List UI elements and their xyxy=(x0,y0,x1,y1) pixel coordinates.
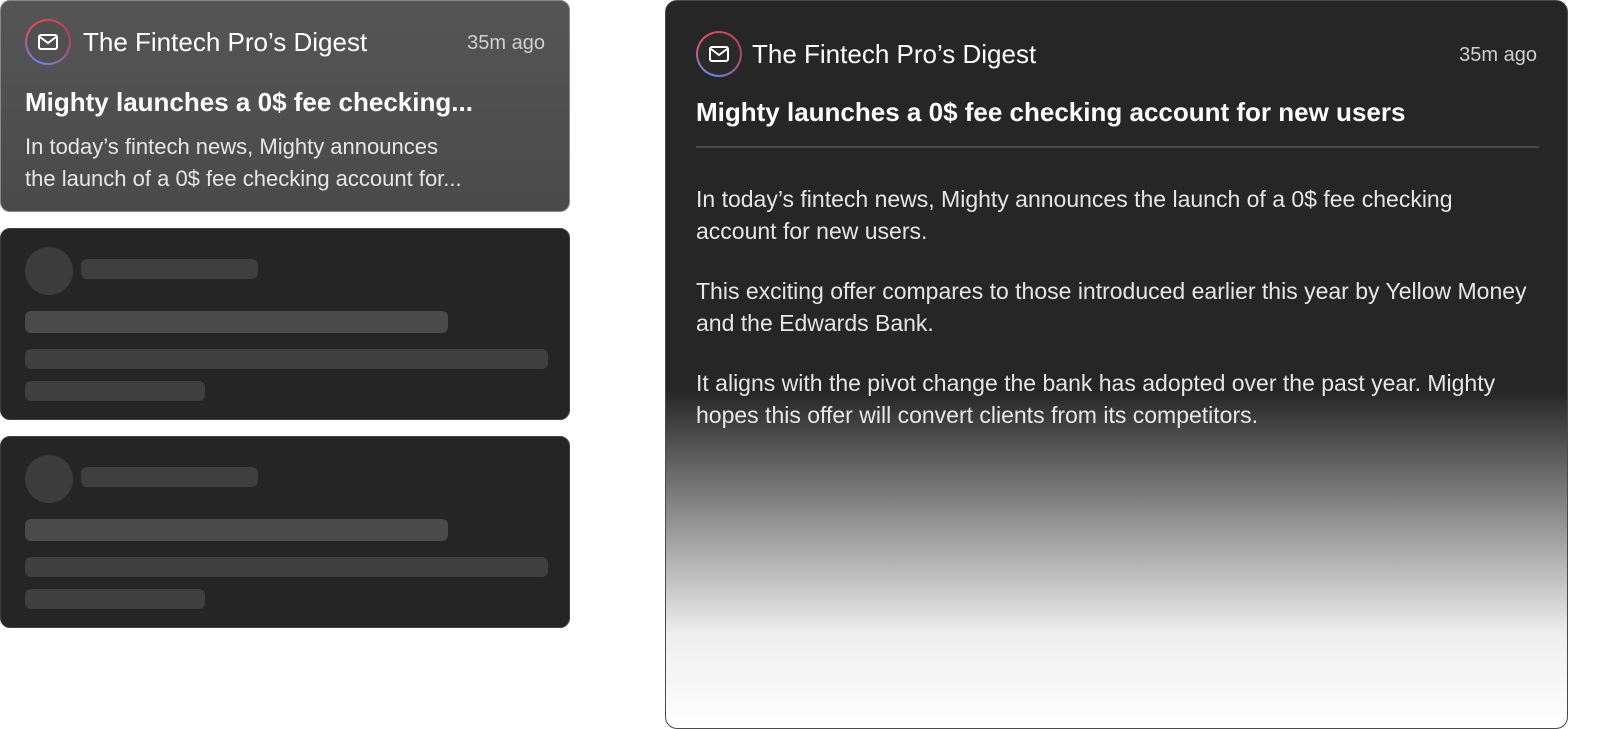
skeleton-avatar xyxy=(25,247,73,295)
inbox-item-skeleton xyxy=(0,436,570,628)
skeleton-line xyxy=(81,259,258,279)
message-subject: Mighty launches a 0$ fee checking accoun… xyxy=(696,97,1406,127)
skeleton-avatar xyxy=(25,455,73,503)
skeleton-line xyxy=(25,311,448,333)
mail-icon xyxy=(38,34,58,50)
mail-icon xyxy=(709,46,729,62)
skeleton-line xyxy=(81,467,258,487)
message-body: In today’s fintech news, Mighty announce… xyxy=(696,183,1539,459)
subject: Mighty launches a 0$ fee checking... xyxy=(25,87,473,117)
message-paragraph: It aligns with the pivot change the bank… xyxy=(696,370,1496,428)
skeleton-line xyxy=(25,349,548,369)
skeleton-line xyxy=(25,589,205,609)
sender-avatar xyxy=(25,19,71,65)
sender-avatar xyxy=(696,31,742,77)
timestamp: 35m ago xyxy=(467,32,545,54)
message-paragraph: In today’s fintech news, Mighty announce… xyxy=(696,186,1453,244)
divider xyxy=(696,146,1539,148)
timestamp: 35m ago xyxy=(1459,44,1537,66)
skeleton-line xyxy=(25,381,205,401)
sender-name: The Fintech Pro’s Digest xyxy=(83,27,368,57)
preview-line: In today’s fintech news, Mighty announce… xyxy=(25,134,438,159)
skeleton-line xyxy=(25,557,548,577)
message-preview: In today’s fintech news, Mighty announce… xyxy=(25,131,547,195)
sender-name: The Fintech Pro’s Digest xyxy=(752,39,1037,69)
message-paragraph: This exciting offer compares to those in… xyxy=(696,278,1527,336)
preview-line: the launch of a 0$ fee checking account … xyxy=(25,166,462,191)
inbox-item-selected[interactable]: The Fintech Pro’s Digest 35m ago Mighty … xyxy=(0,0,570,212)
skeleton-line xyxy=(25,519,448,541)
message-detail-panel: The Fintech Pro’s Digest 35m ago Mighty … xyxy=(665,0,1568,729)
inbox-item-skeleton xyxy=(0,228,570,420)
